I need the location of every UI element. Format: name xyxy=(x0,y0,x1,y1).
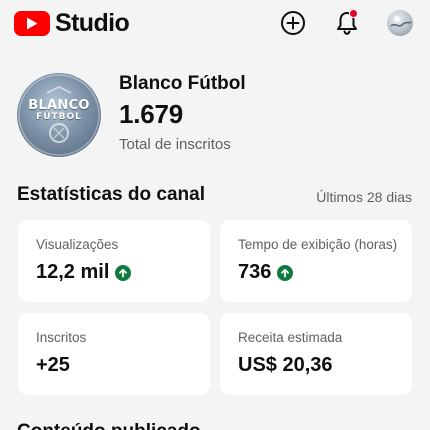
channel-avatar[interactable]: BLANCO FÚTBOL xyxy=(17,73,101,157)
subscriber-count: 1.679 xyxy=(119,99,184,129)
youtube-studio-logo[interactable]: Studio xyxy=(14,8,130,37)
stat-value: +25 xyxy=(36,354,70,376)
youtube-play-icon xyxy=(14,10,50,36)
stat-label: Receita estimada xyxy=(238,330,343,345)
stat-value: 12,2 mil xyxy=(36,261,110,283)
analytics-period: Últimos 28 dias xyxy=(316,189,412,205)
logo-text: Studio xyxy=(55,8,130,37)
stat-label: Inscritos xyxy=(36,330,87,345)
published-content-section-title: Conteúdo publicado xyxy=(17,421,201,430)
trend-up-icon xyxy=(277,264,294,281)
top-app-bar: Studio xyxy=(0,0,430,46)
stat-value: 736 xyxy=(238,261,272,283)
stat-card-views[interactable]: Visualizações 12,2 mil xyxy=(18,220,210,302)
channel-name: Blanco Fútbol xyxy=(119,73,246,94)
account-avatar[interactable] xyxy=(387,10,413,36)
stat-value: US$ 20,36 xyxy=(238,354,333,376)
trend-up-icon xyxy=(115,264,132,281)
create-plus-icon[interactable] xyxy=(279,9,307,37)
avatar-text-line1: BLANCO xyxy=(28,98,90,113)
analytics-section-title: Estatísticas do canal xyxy=(17,184,205,205)
stat-label: Visualizações xyxy=(36,237,119,252)
stat-card-revenue[interactable]: Receita estimada US$ 20,36 xyxy=(220,313,412,395)
stat-label: Tempo de exibição (horas) xyxy=(238,237,398,252)
studio-dashboard: Studio BLANCO FÚTBOL Blanco Fútbol 1.679… xyxy=(0,0,430,430)
stat-card-watch-time[interactable]: Tempo de exibição (horas) 736 xyxy=(220,220,412,302)
subscriber-label: Total de inscritos xyxy=(119,136,231,153)
avatar-text-line2: FÚTBOL xyxy=(36,112,82,122)
stat-card-subscribers[interactable]: Inscritos +25 xyxy=(18,313,210,395)
notification-dot xyxy=(349,9,358,18)
